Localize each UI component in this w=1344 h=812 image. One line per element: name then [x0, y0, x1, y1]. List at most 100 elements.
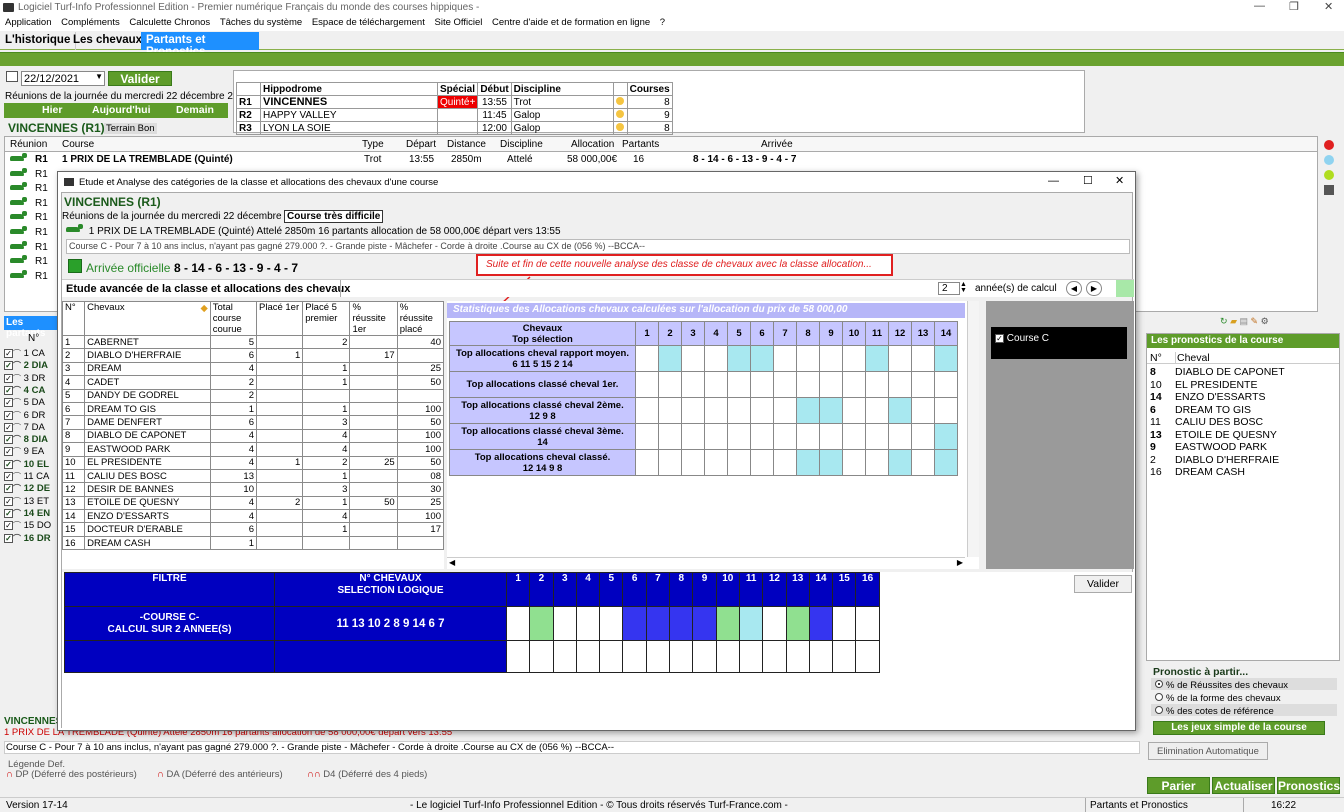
- elimination-button[interactable]: Elimination Automatique: [1148, 742, 1268, 760]
- status-blue-icon[interactable]: [1324, 155, 1334, 165]
- option-reussites[interactable]: % de Réussites des chevaux: [1151, 678, 1337, 691]
- dialog-maximize-icon[interactable]: ☐: [1083, 174, 1093, 187]
- partant-row[interactable]: ✓⌒ 16 DR: [4, 533, 60, 545]
- prono-row[interactable]: 6 DREAM TO GIS: [1147, 404, 1339, 416]
- course-row[interactable]: R1: [8, 226, 58, 240]
- partant-row[interactable]: ✓⌒ 15 DO: [4, 520, 60, 532]
- horse-row[interactable]: 4 CADET 2 1 50: [62, 375, 444, 390]
- dialog-minimize-icon[interactable]: —: [1048, 175, 1059, 187]
- tab-chevaux[interactable]: Les chevaux: [68, 32, 149, 50]
- prono-row[interactable]: 13 ETOILE DE QUESNY: [1147, 429, 1339, 441]
- tab-historique[interactable]: L'historique: [0, 32, 77, 50]
- checkbox-checked-icon[interactable]: ✓: [4, 373, 13, 383]
- checkbox-checked-icon[interactable]: ✓: [4, 521, 13, 531]
- pronostics-button[interactable]: Pronostics: [1277, 777, 1340, 794]
- refresh-icon[interactable]: ↻: [1220, 316, 1228, 326]
- stats-vscroll[interactable]: [967, 301, 979, 557]
- restore-icon[interactable]: ❐: [1289, 0, 1299, 13]
- partant-row[interactable]: ✓⌒ 13 ET: [4, 496, 60, 508]
- checkbox-checked-icon[interactable]: ✓: [4, 496, 13, 506]
- horse-row[interactable]: 15 DOCTEUR D'ERABLE 6 1 17: [62, 522, 444, 537]
- sort-icon[interactable]: ◆: [200, 303, 207, 314]
- course-row[interactable]: R1: [8, 182, 58, 196]
- course-c-item[interactable]: ✓ Course C: [991, 327, 1127, 359]
- horse-row[interactable]: 6 DREAM TO GIS 1 1 100: [62, 401, 444, 417]
- horse-row[interactable]: 12 DESIR DE BANNES 10 3 30: [62, 482, 444, 497]
- partant-row[interactable]: ✓⌒ 6 DR: [4, 410, 60, 422]
- horse-row[interactable]: 11 CALIU DES BOSC 13 1 08: [62, 468, 444, 484]
- dialog-close-icon[interactable]: ✕: [1115, 174, 1124, 187]
- valider-date-button[interactable]: Valider: [108, 71, 172, 86]
- minimize-icon[interactable]: —: [1254, 0, 1265, 12]
- checkbox-checked-icon[interactable]: ✓: [4, 435, 13, 445]
- checkbox-checked-icon[interactable]: ✓: [4, 472, 13, 481]
- status-green-icon[interactable]: [1324, 170, 1334, 180]
- checkbox-checked-icon[interactable]: ✓: [4, 385, 13, 395]
- annees-spinner[interactable]: ▲ ▼: [960, 281, 967, 294]
- checkbox-checked-icon[interactable]: ✓: [995, 334, 1004, 343]
- partant-row[interactable]: ✓⌒ 14 EN: [4, 508, 60, 520]
- horse-row[interactable]: 10 EL PRESIDENTE 4 1 2 25 50: [62, 455, 444, 470]
- partant-row[interactable]: ✓⌒ 10 EL: [4, 459, 60, 471]
- horse-row[interactable]: 1 CABERNET 5 2 40: [62, 334, 444, 350]
- hier-button[interactable]: Hier: [42, 104, 62, 116]
- checkbox-checked-icon[interactable]: ✓: [4, 533, 13, 543]
- course-row[interactable]: R1: [8, 269, 58, 284]
- option-forme[interactable]: % de la forme des chevaux: [1151, 691, 1337, 704]
- partant-row[interactable]: ✓⌒ 7 DA: [4, 422, 60, 434]
- horse-row[interactable]: 5 DANDY DE GODREL 2: [62, 388, 444, 403]
- close-icon[interactable]: ✕: [1324, 0, 1333, 13]
- checkbox-checked-icon[interactable]: ✓: [4, 398, 13, 408]
- course-row[interactable]: R1: [8, 167, 58, 182]
- checkbox-checked-icon[interactable]: ✓: [4, 410, 13, 420]
- course-row-selected[interactable]: R1 1 PRIX DE LA TREMBLADE (Quinté) Trot …: [5, 153, 1317, 167]
- next-icon[interactable]: ▶: [1086, 281, 1102, 296]
- horse-row[interactable]: 16 DREAM CASH 1: [62, 535, 444, 551]
- demain-button[interactable]: Demain: [176, 104, 214, 116]
- valider-filtre-button[interactable]: Valider: [1074, 575, 1132, 593]
- horse-row[interactable]: 8 DIABLO DE CAPONET 4 4 100: [62, 428, 444, 444]
- annees-input[interactable]: 2: [938, 282, 960, 295]
- horse-row[interactable]: 14 ENZO D'ESSARTS 4 4 100: [62, 509, 444, 524]
- radio-selected-icon[interactable]: [1155, 680, 1163, 688]
- partant-row[interactable]: ✓⌒ 12 DE: [4, 483, 60, 495]
- menu-telechargement[interactable]: Espace de téléchargement: [307, 16, 425, 28]
- aujourdhui-button[interactable]: Aujourd'hui: [92, 104, 150, 116]
- option-cotes[interactable]: % des cotes de référence: [1151, 704, 1337, 717]
- stats-hscroll[interactable]: ◀ ▶: [447, 557, 965, 569]
- horse-row[interactable]: 13 ETOILE DE QUESNY 4 2 1 50 25: [62, 495, 444, 511]
- course-row[interactable]: R1: [8, 240, 58, 255]
- menu-site[interactable]: Site Officiel: [430, 16, 483, 28]
- tab-partants[interactable]: Partants et Pronostics: [141, 32, 259, 58]
- course-row[interactable]: R1: [8, 211, 58, 225]
- horse-row[interactable]: 7 DAME DENFERT 6 3 50: [62, 415, 444, 430]
- menu-calculette[interactable]: Calculette Chronos: [124, 16, 210, 28]
- document-icon[interactable]: ▤: [1240, 316, 1249, 326]
- settings-icon[interactable]: ⚙: [1261, 316, 1269, 326]
- partant-row[interactable]: ✓⌒ 11 CA: [4, 471, 60, 483]
- checkbox-checked-icon[interactable]: ✓: [4, 361, 13, 371]
- prono-row[interactable]: 14 ENZO D'ESSARTS: [1147, 391, 1339, 403]
- checkbox-checked-icon[interactable]: ✓: [4, 422, 13, 432]
- parier-button[interactable]: Parier: [1147, 777, 1210, 794]
- menu-taches[interactable]: Tâches du système: [215, 16, 302, 28]
- status-red-icon[interactable]: [1324, 140, 1334, 150]
- jeux-simple-button[interactable]: Les jeux simple de la course: [1153, 721, 1325, 735]
- menu-aide[interactable]: Centre d'aide et de formation en ligne: [487, 16, 650, 28]
- horse-row[interactable]: 9 EASTWOOD PARK 4 4 100: [62, 442, 444, 457]
- date-picker[interactable]: 22/12/2021 ▼: [21, 71, 105, 86]
- prono-row[interactable]: 9 EASTWOOD PARK: [1147, 441, 1339, 453]
- prev-icon[interactable]: ◀: [1066, 281, 1082, 296]
- partant-row[interactable]: ✓⌒ 8 DIA: [4, 434, 60, 446]
- prono-row[interactable]: 16 DREAM CASH: [1147, 466, 1339, 478]
- checkbox-checked-icon[interactable]: ✓: [4, 349, 13, 358]
- checkbox-checked-icon[interactable]: ✓: [4, 484, 13, 494]
- course-row[interactable]: R1: [8, 255, 58, 269]
- partant-row[interactable]: ✓⌒ 2 DIA: [4, 360, 60, 372]
- hippodrome-row[interactable]: R2 HAPPY VALLEY 11:45 Galop 9: [236, 108, 673, 122]
- menu-complements[interactable]: Compléments: [56, 16, 120, 28]
- chevron-down-icon[interactable]: ▼: [95, 72, 103, 81]
- partant-row[interactable]: ✓⌒ 3 DR: [4, 373, 60, 385]
- course-row[interactable]: R1: [8, 196, 58, 211]
- print-icon[interactable]: [1324, 185, 1334, 195]
